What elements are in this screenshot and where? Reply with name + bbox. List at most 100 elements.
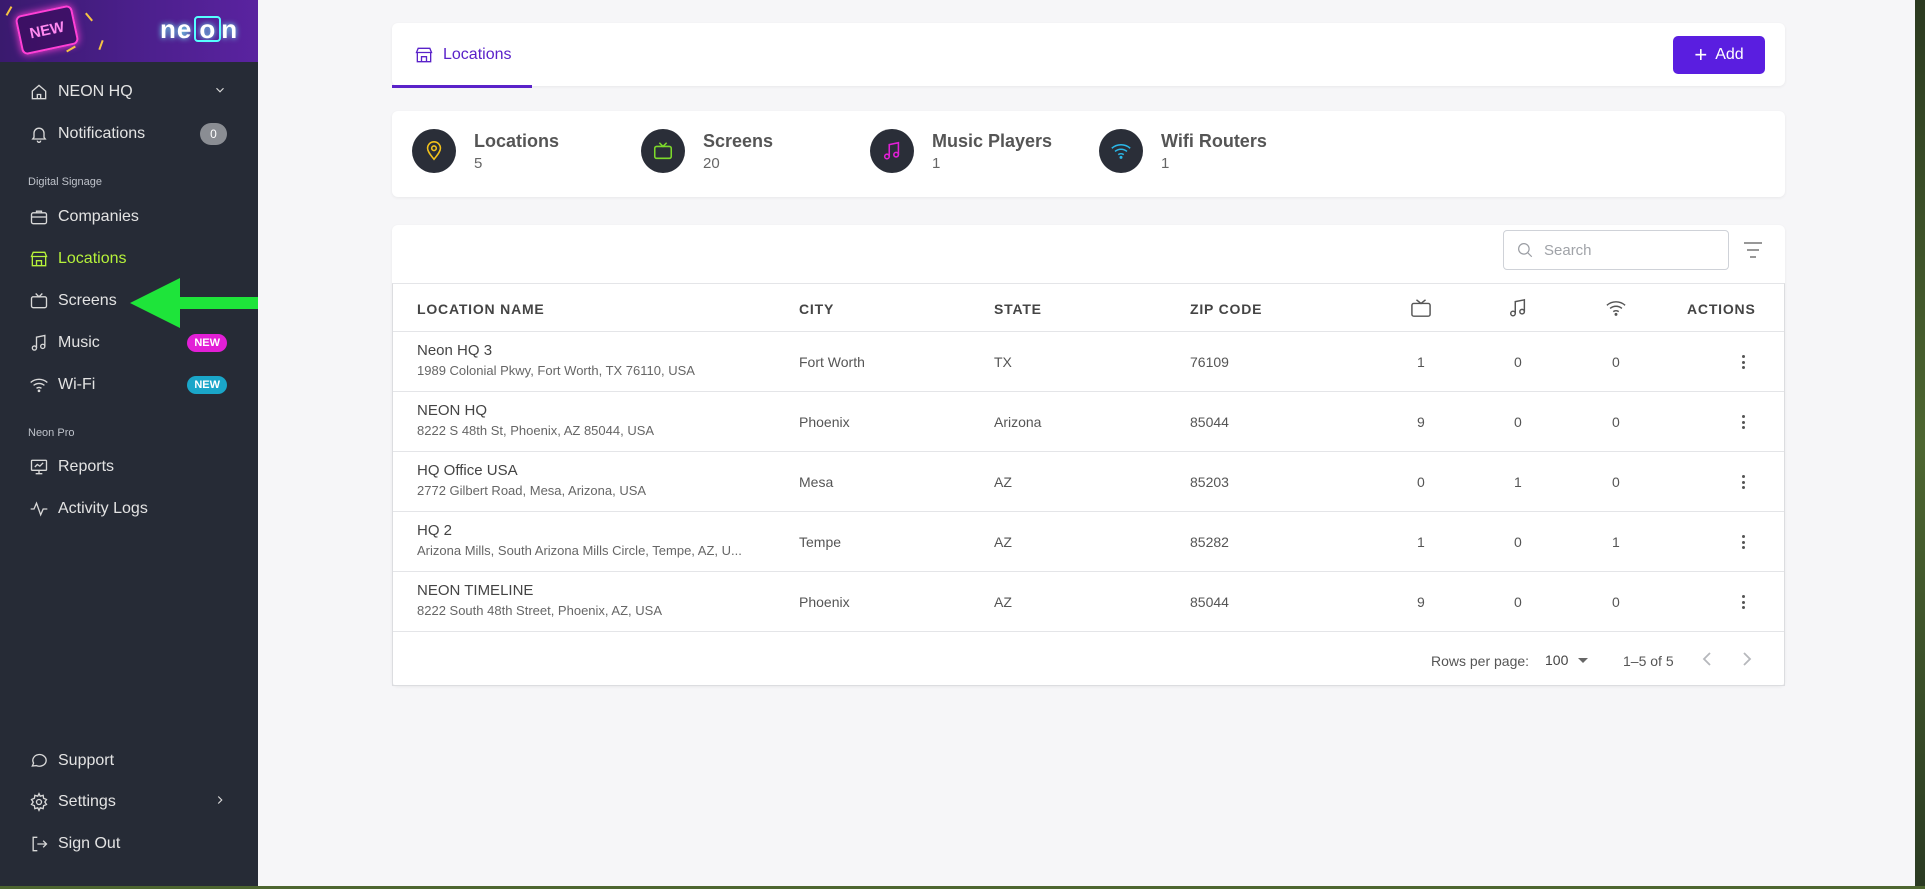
gear-icon	[29, 792, 49, 812]
next-page-button[interactable]	[1739, 650, 1755, 668]
filter-icon[interactable]	[1742, 240, 1764, 260]
stat-label: Wifi Routers	[1161, 130, 1267, 151]
locations-table-card: LOCATION NAME CITY STATE ZIP CODE ACTION…	[392, 225, 1785, 686]
zip-cell: 85203	[1190, 474, 1229, 490]
sidebar-item-settings[interactable]: Settings	[0, 782, 258, 822]
bell-icon	[29, 124, 49, 144]
location-address: 8222 South 48th Street, Phoenix, AZ, USA	[417, 603, 662, 618]
wifi-count-cell: 1	[1612, 534, 1620, 550]
column-header-screens[interactable]	[1410, 298, 1432, 321]
column-header-state[interactable]: STATE	[994, 301, 1042, 317]
state-cell: Arizona	[994, 414, 1042, 430]
stat-wifi-routers[interactable]: Wifi Routers 1	[1099, 129, 1267, 173]
column-header-wifi[interactable]	[1605, 298, 1627, 321]
music-count-cell: 0	[1514, 354, 1522, 370]
city-cell: Phoenix	[799, 594, 850, 610]
stat-label: Screens	[703, 130, 774, 151]
location-name-cell[interactable]: NEON TIMELINE 8222 South 48th Street, Pho…	[417, 582, 662, 618]
sidebar-item-wifi[interactable]: Wi-Fi NEW	[0, 365, 258, 405]
sidebar-item-sign-out[interactable]: Sign Out	[0, 824, 258, 864]
wifi-count-cell: 0	[1612, 414, 1620, 430]
add-location-button[interactable]: + Add	[1673, 36, 1765, 74]
more-actions-icon[interactable]	[1738, 532, 1748, 552]
table-row[interactable]: NEON HQ 8222 S 48th St, Phoenix, AZ 85044…	[393, 392, 1784, 452]
tab-locations[interactable]: Locations	[392, 23, 532, 88]
location-name: NEON HQ	[417, 402, 488, 419]
city-cell: Phoenix	[799, 414, 850, 430]
state-cell: AZ	[994, 594, 1012, 610]
tv-icon	[1411, 299, 1431, 317]
column-header-music[interactable]	[1507, 298, 1529, 321]
new-badge: NEW	[187, 376, 227, 394]
table-row[interactable]: NEON TIMELINE 8222 South 48th Street, Pho…	[393, 572, 1784, 632]
more-actions-icon[interactable]	[1738, 352, 1748, 372]
logout-icon	[29, 834, 49, 854]
section-label-digital-signage: Digital Signage	[28, 176, 102, 188]
stats-summary: Locations 5 Screens 20 Music Players 1 Wifi…	[392, 111, 1785, 197]
plus-icon: +	[1694, 42, 1708, 67]
city-cell: Fort Worth	[799, 354, 865, 370]
city-cell: Tempe	[799, 534, 842, 550]
sidebar-item-notifications[interactable]: Notifications 0	[0, 114, 258, 154]
sidebar-item-locations[interactable]: Locations	[0, 239, 258, 279]
zip-cell: 85044	[1190, 594, 1229, 610]
previous-page-button[interactable]	[1699, 650, 1715, 668]
state-cell: AZ	[994, 534, 1012, 550]
column-header-zip-code[interactable]: ZIP CODE	[1190, 301, 1262, 317]
zip-cell: 76109	[1190, 354, 1229, 370]
sidebar-item-support[interactable]: Support	[0, 741, 258, 781]
location-name-cell[interactable]: HQ 2 Arizona Mills, South Arizona Mills C…	[417, 522, 742, 558]
music-count-cell: 0	[1514, 594, 1522, 610]
sidebar-item-companies[interactable]: Companies	[0, 197, 258, 237]
search-field[interactable]	[1503, 230, 1729, 270]
table-row[interactable]: Neon HQ 3 1989 Colonial Pkwy, Fort Worth,…	[393, 332, 1784, 392]
wifi-icon	[1099, 129, 1143, 173]
stat-value: 5	[474, 154, 483, 172]
sidebar-item-label: Screens	[58, 292, 117, 309]
more-actions-icon[interactable]	[1738, 472, 1748, 492]
org-selector[interactable]: NEON HQ	[0, 72, 258, 112]
neon-logo[interactable]: ne o n	[160, 14, 238, 45]
chevron-right-icon	[213, 793, 227, 812]
chevron-right-icon	[1743, 652, 1752, 666]
wifi-count-cell: 0	[1612, 474, 1620, 490]
wifi-count-cell: 0	[1612, 354, 1620, 370]
music-count-cell: 1	[1514, 474, 1522, 490]
stat-screens[interactable]: Screens 20	[641, 129, 773, 173]
location-name: Neon HQ 3	[417, 342, 493, 359]
search-input[interactable]	[1544, 241, 1714, 259]
stat-label: Locations	[474, 130, 560, 151]
table-row[interactable]: HQ 2 Arizona Mills, South Arizona Mills C…	[393, 512, 1784, 572]
sidebar-item-reports[interactable]: Reports	[0, 447, 258, 487]
stat-locations[interactable]: Locations 5	[412, 129, 559, 173]
sidebar-item-label: Sign Out	[58, 835, 121, 852]
presentation-chart-icon	[29, 457, 49, 477]
column-header-city[interactable]: CITY	[799, 301, 834, 317]
wifi-icon	[29, 375, 49, 395]
stat-music-players[interactable]: Music Players 1	[870, 129, 1052, 173]
more-actions-icon[interactable]	[1738, 412, 1748, 432]
notifications-count-badge: 0	[200, 123, 227, 145]
table-row[interactable]: HQ Office USA 2772 Gilbert Road, Mesa, Ar…	[393, 452, 1784, 512]
location-address: Arizona Mills, South Arizona Mills Circl…	[417, 543, 742, 558]
org-label: NEON HQ	[58, 83, 133, 100]
location-name-cell[interactable]: Neon HQ 3 1989 Colonial Pkwy, Fort Worth,…	[417, 342, 695, 378]
location-name: HQ Office USA	[417, 462, 518, 479]
tab-label: Locations	[443, 45, 512, 63]
briefcase-icon	[29, 207, 49, 227]
state-cell: AZ	[994, 474, 1012, 490]
column-header-location-name[interactable]: LOCATION NAME	[417, 301, 545, 317]
sidebar-item-label: Wi-Fi	[58, 376, 96, 393]
screens-count-cell: 9	[1417, 414, 1425, 430]
table-pagination: Rows per page: 100 1–5 of 5	[393, 632, 1784, 686]
sidebar-item-activity-logs[interactable]: Activity Logs	[0, 489, 258, 529]
location-name-cell[interactable]: NEON HQ 8222 S 48th St, Phoenix, AZ 85044…	[417, 402, 654, 438]
tv-icon	[29, 291, 49, 311]
rows-per-page-select[interactable]: 100	[1545, 652, 1589, 668]
stat-label: Music Players	[932, 130, 1053, 151]
brand-banner: NEW ne o n	[0, 0, 258, 62]
sidebar-item-music[interactable]: Music NEW	[0, 323, 258, 363]
more-actions-icon[interactable]	[1738, 592, 1748, 612]
header-tabbar: Locations + Add	[392, 23, 1785, 88]
location-name-cell[interactable]: HQ Office USA 2772 Gilbert Road, Mesa, Ar…	[417, 462, 646, 498]
